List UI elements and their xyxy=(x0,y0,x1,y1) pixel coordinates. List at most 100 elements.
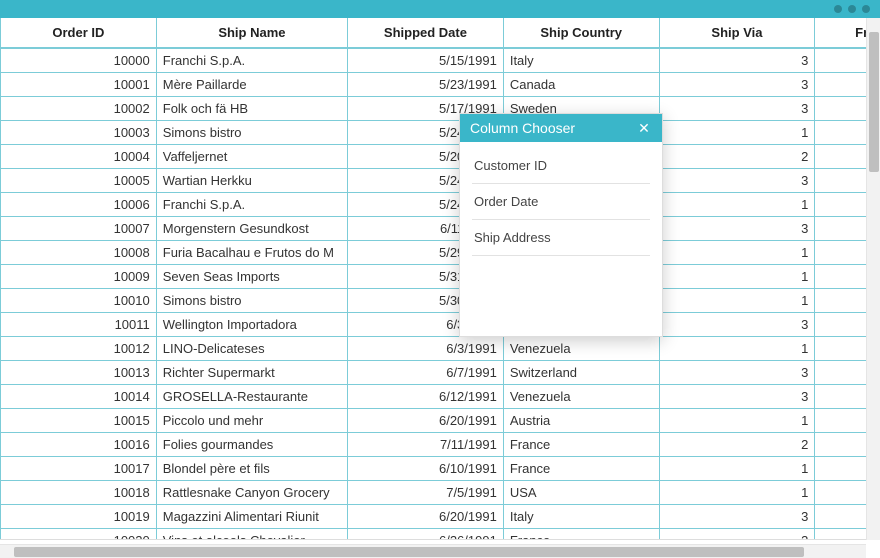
table-row[interactable]: 10018Rattlesnake Canyon Grocery7/5/1991U… xyxy=(1,481,880,505)
cell-ship-via[interactable]: 1 xyxy=(659,121,815,145)
column-chooser-item[interactable]: Customer ID xyxy=(472,148,650,184)
cell-ship-name[interactable]: Simons bistro xyxy=(156,289,347,313)
cell-ship-name[interactable]: Seven Seas Imports xyxy=(156,265,347,289)
table-row[interactable]: 10007Morgenstern Gesundkost6/11/1991Germ… xyxy=(1,217,880,241)
table-row[interactable]: 10017Blondel père et fils6/10/1991France… xyxy=(1,457,880,481)
window-control-icon[interactable] xyxy=(862,5,870,13)
cell-ship-name[interactable]: Simons bistro xyxy=(156,121,347,145)
cell-order-id[interactable]: 10014 xyxy=(1,385,157,409)
cell-ship-name[interactable]: Folies gourmandes xyxy=(156,433,347,457)
table-row[interactable]: 10012LINO-Delicateses6/3/1991Venezuela1$ xyxy=(1,337,880,361)
cell-order-id[interactable]: 10020 xyxy=(1,529,157,541)
cell-ship-country[interactable]: France xyxy=(503,457,659,481)
cell-shipped-date[interactable]: 5/23/1991 xyxy=(348,73,504,97)
cell-ship-country[interactable]: Austria xyxy=(503,409,659,433)
cell-ship-name[interactable]: Franchi S.p.A. xyxy=(156,193,347,217)
table-row[interactable]: 10000Franchi S.p.A.5/15/1991Italy3 xyxy=(1,48,880,73)
cell-ship-via[interactable]: 3 xyxy=(659,217,815,241)
cell-ship-name[interactable]: Franchi S.p.A. xyxy=(156,48,347,73)
horizontal-scrollbar-thumb[interactable] xyxy=(14,547,804,557)
cell-ship-name[interactable]: Wartian Herkku xyxy=(156,169,347,193)
table-row[interactable]: 10002Folk och fä HB5/17/1991Sweden3 xyxy=(1,97,880,121)
window-control-icon[interactable] xyxy=(834,5,842,13)
cell-ship-via[interactable]: 1 xyxy=(659,265,815,289)
column-chooser-item[interactable]: Ship Address xyxy=(472,220,650,256)
table-row[interactable]: 10011Wellington Importadora6/3/1991Brazi… xyxy=(1,313,880,337)
cell-shipped-date[interactable]: 6/3/1991 xyxy=(348,337,504,361)
cell-ship-name[interactable]: Richter Supermarkt xyxy=(156,361,347,385)
cell-ship-via[interactable]: 3 xyxy=(659,97,815,121)
cell-shipped-date[interactable]: 5/15/1991 xyxy=(348,48,504,73)
cell-shipped-date[interactable]: 6/7/1991 xyxy=(348,361,504,385)
vertical-scrollbar[interactable] xyxy=(866,18,880,540)
cell-ship-country[interactable]: Venezuela xyxy=(503,385,659,409)
cell-shipped-date[interactable]: 6/12/1991 xyxy=(348,385,504,409)
cell-shipped-date[interactable]: 6/26/1991 xyxy=(348,529,504,541)
column-header-ship-via[interactable]: Ship Via xyxy=(659,18,815,48)
table-row[interactable]: 10009Seven Seas Imports5/31/1991UK1 xyxy=(1,265,880,289)
cell-ship-country[interactable]: Switzerland xyxy=(503,361,659,385)
table-row[interactable]: 10013Richter Supermarkt6/7/1991Switzerla… xyxy=(1,361,880,385)
cell-order-id[interactable]: 10005 xyxy=(1,169,157,193)
cell-ship-name[interactable]: GROSELLA-Restaurante xyxy=(156,385,347,409)
cell-ship-name[interactable]: Blondel père et fils xyxy=(156,457,347,481)
cell-ship-via[interactable]: 1 xyxy=(659,337,815,361)
cell-ship-country[interactable]: Italy xyxy=(503,48,659,73)
table-row[interactable]: 10014GROSELLA-Restaurante6/12/1991Venezu… xyxy=(1,385,880,409)
cell-ship-via[interactable]: 3 xyxy=(659,169,815,193)
cell-ship-country[interactable]: France xyxy=(503,433,659,457)
cell-ship-name[interactable]: Piccolo und mehr xyxy=(156,409,347,433)
table-row[interactable]: 10016Folies gourmandes7/11/1991France2$ xyxy=(1,433,880,457)
cell-ship-name[interactable]: Morgenstern Gesundkost xyxy=(156,217,347,241)
cell-ship-name[interactable]: Furia Bacalhau e Frutos do M xyxy=(156,241,347,265)
table-row[interactable]: 10004Vaffeljernet5/20/1991Denmark2 xyxy=(1,145,880,169)
table-row[interactable]: 10006Franchi S.p.A.5/24/1991Italy1 xyxy=(1,193,880,217)
cell-order-id[interactable]: 10003 xyxy=(1,121,157,145)
column-header-order-id[interactable]: Order ID xyxy=(1,18,157,48)
cell-order-id[interactable]: 10012 xyxy=(1,337,157,361)
cell-ship-via[interactable]: 2 xyxy=(659,145,815,169)
cell-order-id[interactable]: 10017 xyxy=(1,457,157,481)
cell-ship-country[interactable]: Canada xyxy=(503,73,659,97)
close-icon[interactable]: ✕ xyxy=(636,120,652,136)
cell-order-id[interactable]: 10013 xyxy=(1,361,157,385)
cell-order-id[interactable]: 10000 xyxy=(1,48,157,73)
table-row[interactable]: 10003Simons bistro5/24/1991Denmark1 xyxy=(1,121,880,145)
column-chooser-popup[interactable]: Column Chooser ✕ Customer ID Order Date … xyxy=(459,113,663,337)
table-row[interactable]: 10008Furia Bacalhau e Frutos do M5/29/19… xyxy=(1,241,880,265)
cell-ship-via[interactable]: 1 xyxy=(659,481,815,505)
cell-ship-country[interactable]: Venezuela xyxy=(503,337,659,361)
cell-ship-via[interactable]: 1 xyxy=(659,409,815,433)
cell-ship-via[interactable]: 3 xyxy=(659,313,815,337)
vertical-scrollbar-thumb[interactable] xyxy=(869,32,879,172)
cell-ship-via[interactable]: 1 xyxy=(659,193,815,217)
column-chooser-header[interactable]: Column Chooser ✕ xyxy=(460,114,662,142)
cell-ship-country[interactable]: USA xyxy=(503,481,659,505)
cell-ship-name[interactable]: Wellington Importadora xyxy=(156,313,347,337)
cell-ship-via[interactable]: 3 xyxy=(659,385,815,409)
table-row[interactable]: 10010Simons bistro5/30/1991Denmark1 xyxy=(1,289,880,313)
cell-ship-country[interactable]: Italy xyxy=(503,505,659,529)
column-header-shipped-date[interactable]: Shipped Date xyxy=(348,18,504,48)
table-row[interactable]: 10019Magazzini Alimentari Riunit6/20/199… xyxy=(1,505,880,529)
table-row[interactable]: 10015Piccolo und mehr6/20/1991Austria1 xyxy=(1,409,880,433)
cell-order-id[interactable]: 10019 xyxy=(1,505,157,529)
column-chooser-item[interactable]: Order Date xyxy=(472,184,650,220)
cell-order-id[interactable]: 10016 xyxy=(1,433,157,457)
cell-ship-via[interactable]: 1 xyxy=(659,457,815,481)
cell-order-id[interactable]: 10010 xyxy=(1,289,157,313)
cell-order-id[interactable]: 10009 xyxy=(1,265,157,289)
horizontal-scrollbar[interactable] xyxy=(0,544,866,558)
table-row[interactable]: 10005Wartian Herkku5/24/1991Finland3 xyxy=(1,169,880,193)
cell-ship-via[interactable]: 3 xyxy=(659,73,815,97)
column-header-ship-name[interactable]: Ship Name xyxy=(156,18,347,48)
cell-order-id[interactable]: 10011 xyxy=(1,313,157,337)
cell-order-id[interactable]: 10008 xyxy=(1,241,157,265)
cell-ship-name[interactable]: Folk och fä HB xyxy=(156,97,347,121)
cell-ship-via[interactable]: 3 xyxy=(659,48,815,73)
cell-ship-via[interactable]: 2 xyxy=(659,433,815,457)
column-header-ship-country[interactable]: Ship Country xyxy=(503,18,659,48)
cell-shipped-date[interactable]: 6/10/1991 xyxy=(348,457,504,481)
cell-ship-name[interactable]: Magazzini Alimentari Riunit xyxy=(156,505,347,529)
window-control-icon[interactable] xyxy=(848,5,856,13)
